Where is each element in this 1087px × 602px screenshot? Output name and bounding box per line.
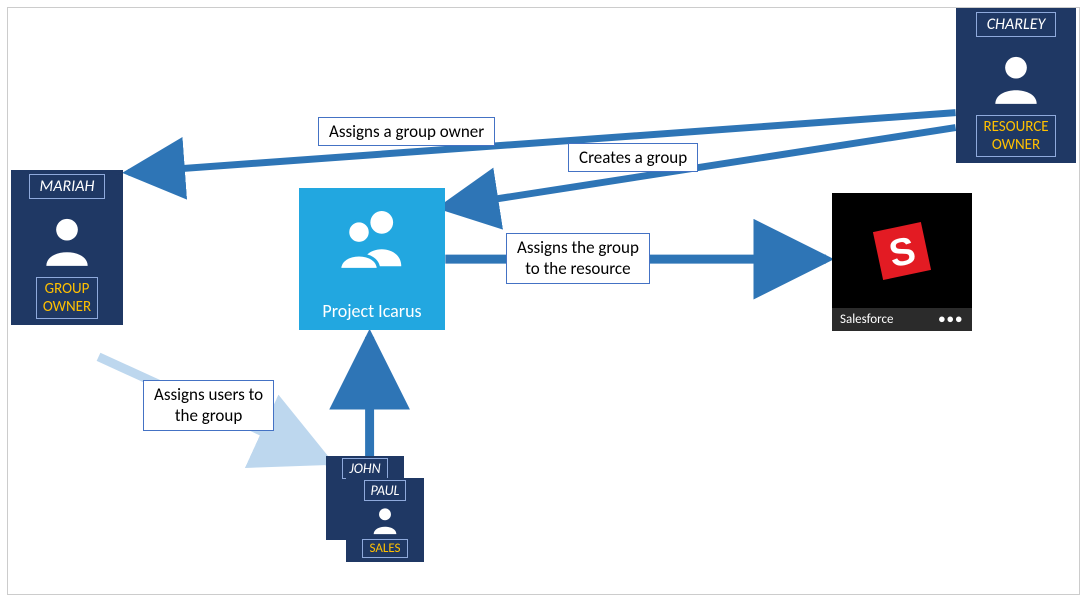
label-assign-resource: Assigns the group to the resource — [506, 233, 650, 284]
actor-role: SALES — [362, 539, 407, 558]
group-icon — [333, 202, 411, 272]
label-assign-owner: Assigns a group owner — [318, 117, 495, 146]
person-icon — [368, 503, 402, 537]
resource-name: Salesforce — [840, 312, 893, 327]
group-tile: Project Icarus — [299, 188, 445, 330]
actor-charley: CHARLEY RESOURCE OWNER — [956, 8, 1076, 163]
resource-tile: S Salesforce ••• — [832, 193, 972, 331]
label-create-group: Creates a group — [568, 143, 698, 172]
resource-footer: Salesforce ••• — [832, 308, 972, 331]
resource-icon-area: S — [832, 193, 972, 308]
actor-mariah: MARIAH GROUP OWNER — [11, 170, 123, 325]
person-icon — [36, 209, 98, 271]
actor-name: CHARLEY — [976, 12, 1057, 37]
actor-role: GROUP OWNER — [36, 277, 98, 319]
salesforce-icon: S — [867, 216, 937, 286]
more-icon[interactable]: ••• — [939, 312, 964, 327]
person-icon — [985, 47, 1047, 109]
actor-name: MARIAH — [29, 174, 106, 199]
group-name: Project Icarus — [322, 300, 421, 322]
actor-paul: PAUL SALES — [346, 478, 424, 562]
arrow-assign-owner — [128, 113, 955, 173]
diagram-canvas: CHARLEY RESOURCE OWNER MARIAH GROUP OWNE… — [7, 7, 1080, 595]
actor-role: RESOURCE OWNER — [976, 115, 1055, 157]
actor-name: PAUL — [364, 480, 407, 501]
actor-name: JOHN — [342, 458, 387, 479]
label-assign-users: Assigns users to the group — [143, 380, 274, 431]
